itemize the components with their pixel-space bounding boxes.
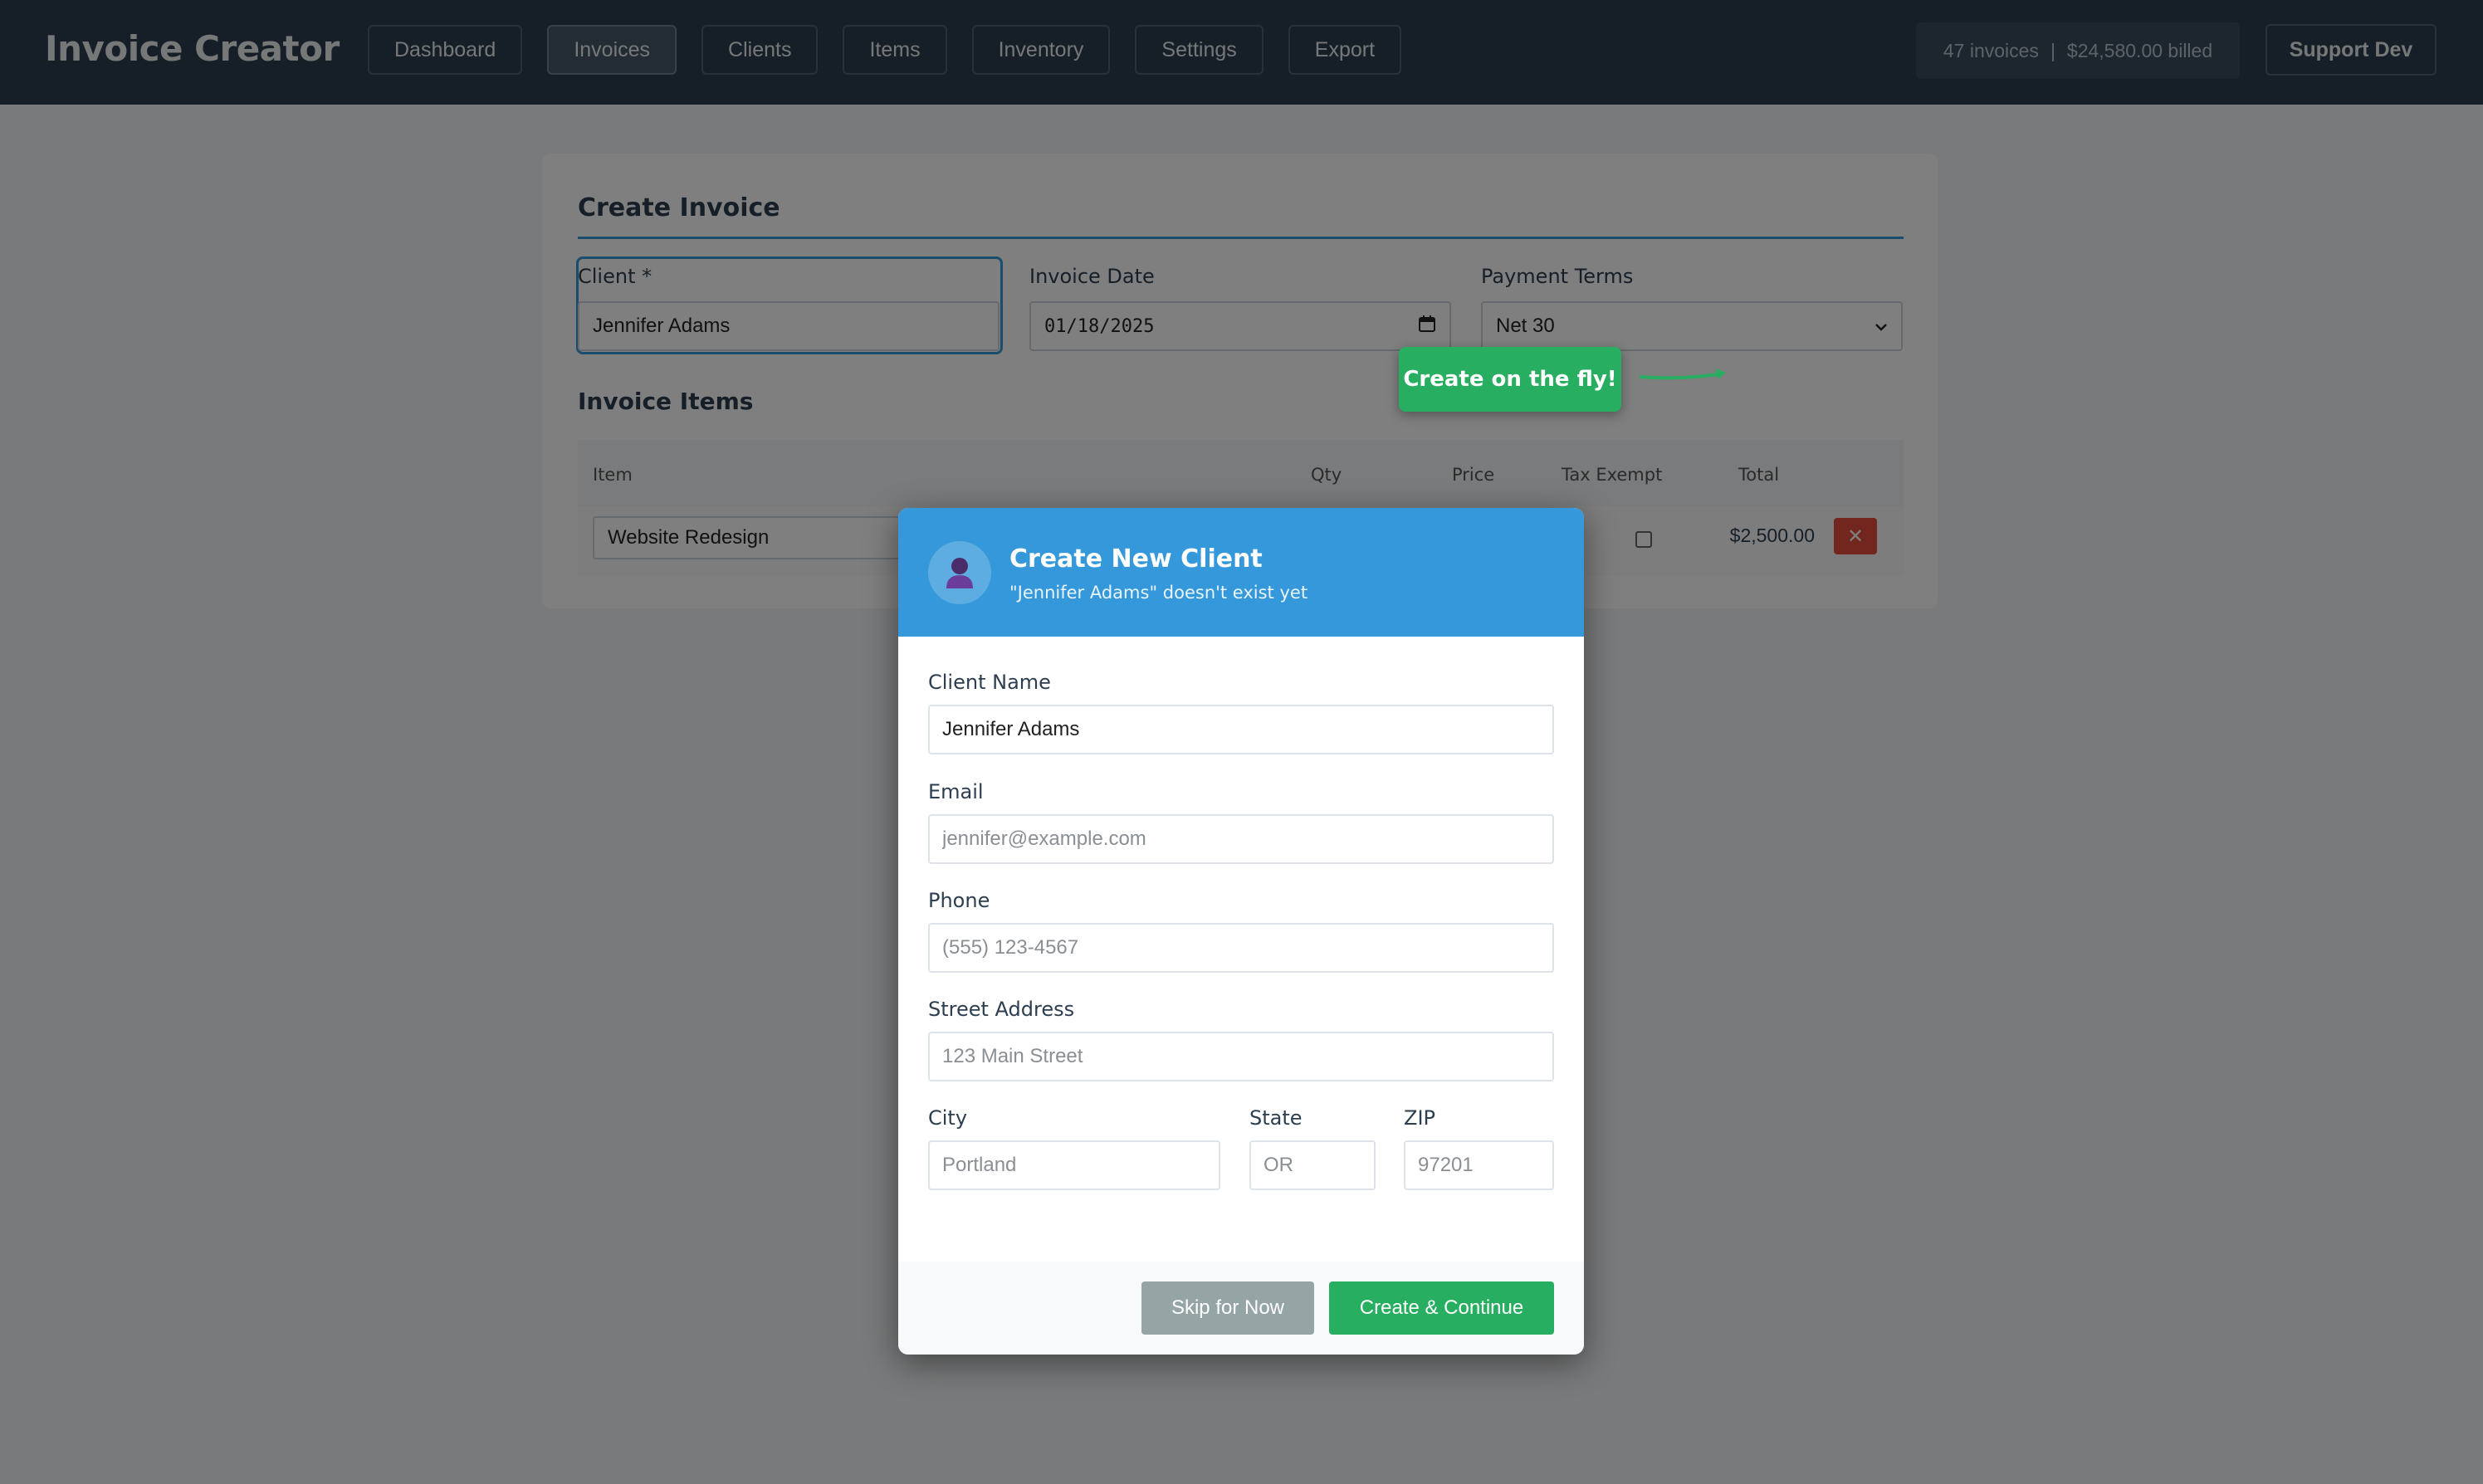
email-input[interactable] [928, 814, 1554, 864]
client-name-label: Client Name [928, 671, 1051, 694]
city-label: City [928, 1106, 968, 1130]
user-icon [928, 541, 991, 604]
client-name-input[interactable] [928, 705, 1554, 754]
create-on-the-fly-tooltip: Create on the fly! [1399, 347, 1621, 412]
zip-label: ZIP [1404, 1106, 1435, 1130]
modal-title: Create New Client [1009, 544, 1263, 574]
state-input[interactable] [1249, 1140, 1376, 1190]
create-client-modal: Create New Client "Jennifer Adams" doesn… [898, 508, 1584, 1355]
modal-header: Create New Client "Jennifer Adams" doesn… [898, 508, 1584, 637]
email-label: Email [928, 780, 984, 803]
state-label: State [1249, 1106, 1303, 1130]
arrow-icon [1640, 369, 1726, 380]
phone-label: Phone [928, 889, 990, 912]
street-address-label: Street Address [928, 998, 1075, 1021]
phone-input[interactable] [928, 923, 1554, 973]
create-and-continue-button[interactable]: Create & Continue [1329, 1281, 1554, 1335]
street-address-input[interactable] [928, 1032, 1554, 1081]
zip-input[interactable] [1404, 1140, 1554, 1190]
city-input[interactable] [928, 1140, 1220, 1190]
skip-for-now-button[interactable]: Skip for Now [1141, 1281, 1314, 1335]
modal-subtitle: "Jennifer Adams" doesn't exist yet [1009, 583, 1308, 603]
